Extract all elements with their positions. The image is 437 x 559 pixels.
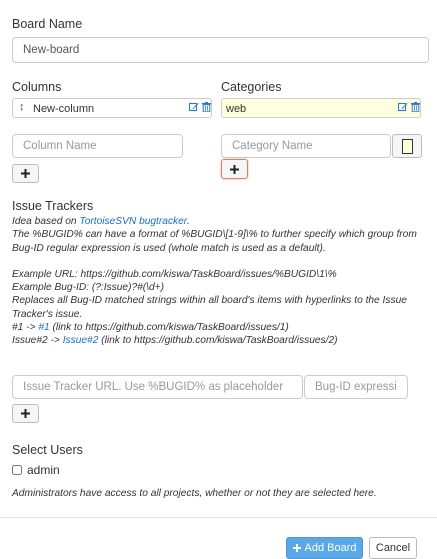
cancel-label: Cancel xyxy=(375,542,411,554)
column-name-input[interactable] xyxy=(12,134,183,158)
replaces-description: Replaces all Bug-ID matched strings with… xyxy=(12,295,407,320)
tortoisesvn-link[interactable]: TortoiseSVN bugtracker xyxy=(79,216,186,227)
idea-line: Idea based on TortoiseSVN bugtracker. xyxy=(12,215,422,228)
board-name-input[interactable] xyxy=(12,37,429,63)
bugid-format-description: The %BUGID% can have a format of %BUGID\… xyxy=(12,229,417,254)
admin-checkbox[interactable] xyxy=(12,465,22,475)
column-item-name: New-column xyxy=(33,103,95,115)
category-list-item[interactable]: web xyxy=(221,98,421,118)
drag-handle-icon[interactable]: ↕ xyxy=(19,101,25,113)
example-1-prefix: #1 -> xyxy=(12,322,39,334)
plus-icon xyxy=(21,409,30,418)
example-2-suffix: (link to https://github.com/kiswa/TaskBo… xyxy=(98,335,338,347)
edit-icon[interactable] xyxy=(397,102,408,115)
board-name-label: Board Name xyxy=(12,17,83,31)
category-item-name: web xyxy=(226,103,247,115)
add-board-button[interactable]: Add Board xyxy=(286,537,363,559)
trash-icon[interactable] xyxy=(411,102,420,115)
admin-access-note: Administrators have access to all projec… xyxy=(12,488,377,499)
plus-icon xyxy=(230,164,239,174)
categories-label: Categories xyxy=(221,80,282,94)
category-name-input[interactable] xyxy=(221,134,391,158)
user-option-admin[interactable]: admin xyxy=(12,463,60,477)
example-url: Example URL: https://github.com/kiswa/Ta… xyxy=(12,268,337,280)
select-users-label: Select Users xyxy=(12,443,83,457)
example-2-link[interactable]: Issue#2 xyxy=(63,335,99,346)
cancel-button[interactable]: Cancel xyxy=(369,537,417,559)
columns-label: Columns xyxy=(12,80,62,94)
idea-suffix: . xyxy=(186,216,190,227)
add-column-button[interactable] xyxy=(12,164,39,183)
add-issue-tracker-button[interactable] xyxy=(12,404,39,423)
example-2-prefix: Issue#2 -> xyxy=(12,335,63,347)
add-category-button[interactable] xyxy=(221,159,248,179)
example-1-suffix: (link to https://github.com/kiswa/TaskBo… xyxy=(49,322,289,334)
category-color-picker[interactable] xyxy=(392,134,422,158)
idea-prefix: Idea based on xyxy=(12,216,80,227)
issue-trackers-description: Idea based on TortoiseSVN bugtracker. Th… xyxy=(12,215,422,348)
add-board-label: Add Board xyxy=(304,542,357,554)
plus-icon xyxy=(21,169,30,178)
trash-icon[interactable] xyxy=(202,102,211,115)
bugid-expression-input[interactable] xyxy=(304,375,408,399)
example-1-link[interactable]: #1 xyxy=(38,322,49,333)
user-name: admin xyxy=(27,463,60,477)
issue-trackers-title: Issue Trackers xyxy=(12,199,94,213)
edit-icon[interactable] xyxy=(188,102,199,115)
example-2-line: Issue#2 -> Issue#2 (link to https://gith… xyxy=(12,334,422,347)
footer-divider xyxy=(0,517,437,518)
color-swatch-icon xyxy=(401,138,413,154)
example-1-line: #1 -> #1 (link to https://github.com/kis… xyxy=(12,321,422,334)
column-list-item[interactable]: ↕ New-column xyxy=(12,98,212,118)
issue-tracker-url-input[interactable] xyxy=(12,375,303,399)
example-bugid: Example Bug-ID: (?:Issue)?#(\d+) xyxy=(12,282,165,294)
plus-icon xyxy=(292,544,301,552)
